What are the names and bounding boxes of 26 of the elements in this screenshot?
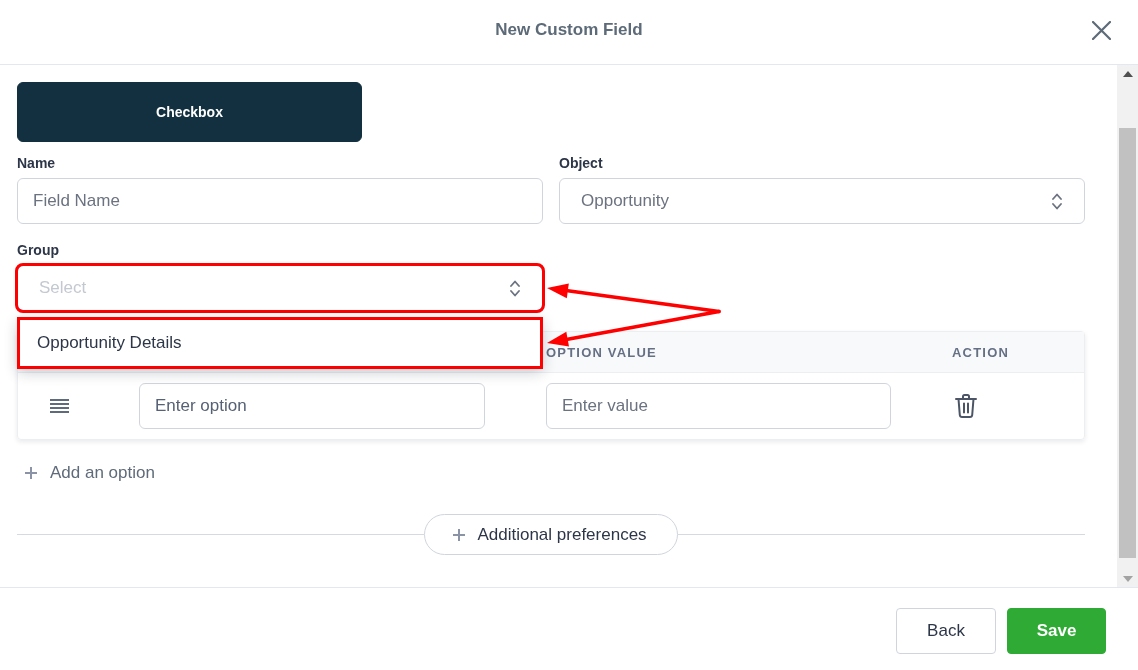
up-down-chevron-icon bbox=[1052, 192, 1062, 210]
back-button[interactable]: Back bbox=[896, 608, 996, 654]
field-type-button[interactable]: Checkbox bbox=[17, 82, 362, 142]
field-label: Group bbox=[17, 242, 60, 258]
option-input[interactable]: Enter option bbox=[139, 383, 485, 429]
additional-preferences-button[interactable]: Additional preferences bbox=[424, 514, 678, 555]
value-input[interactable]: Enter value bbox=[546, 383, 891, 429]
field-label: Object bbox=[559, 155, 604, 171]
dialog-title: New Custom Field bbox=[495, 20, 643, 40]
name-input[interactable]: Field Name bbox=[17, 178, 543, 224]
plus-icon bbox=[25, 467, 37, 479]
close-icon bbox=[1092, 20, 1111, 40]
trash-icon[interactable] bbox=[955, 394, 977, 418]
lines-icon bbox=[50, 399, 69, 413]
column-header: ACTION bbox=[952, 344, 1011, 360]
up-arrow-icon[interactable] bbox=[1122, 70, 1133, 77]
dropdown-option[interactable]: Opportunity Details bbox=[17, 317, 543, 369]
scrollbar-track[interactable] bbox=[1117, 65, 1138, 587]
field-label: Name bbox=[17, 155, 57, 171]
column-header: OPTION VALUE bbox=[546, 344, 658, 360]
object-select[interactable]: Opportunity bbox=[559, 178, 1085, 224]
scrollbar-thumb[interactable] bbox=[1119, 128, 1136, 558]
up-down-chevron-icon bbox=[510, 279, 520, 297]
plus-icon bbox=[453, 528, 466, 541]
add-option-button[interactable]: Add an option bbox=[25, 462, 155, 484]
close-button[interactable] bbox=[1092, 20, 1111, 40]
